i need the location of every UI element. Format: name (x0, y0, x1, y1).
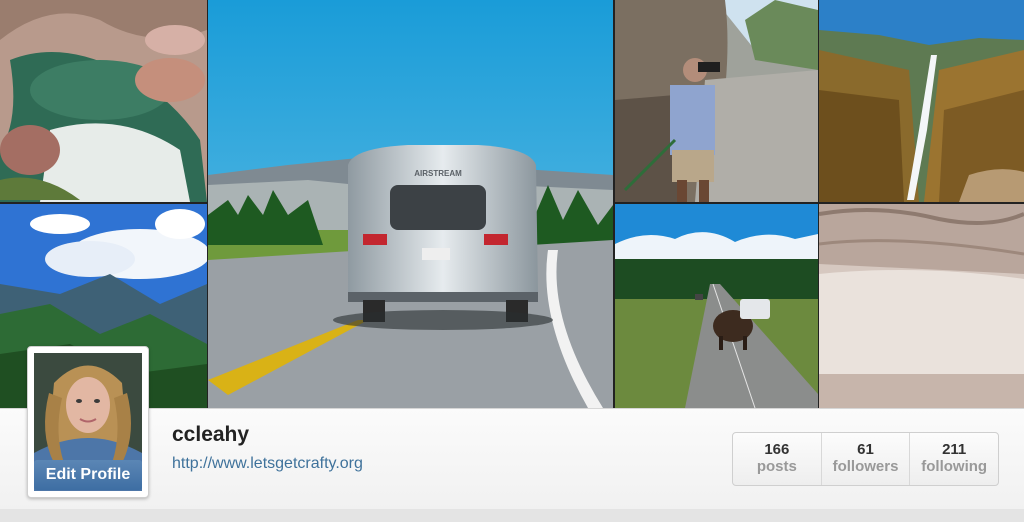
edit-profile-button[interactable]: Edit Profile (34, 460, 142, 490)
stat-followers[interactable]: 61 followers (820, 433, 910, 485)
username: ccleahy (172, 423, 250, 446)
following-label: following (921, 458, 988, 475)
svg-text:AIRSTREAM: AIRSTREAM (414, 169, 462, 178)
following-count: 211 (942, 441, 967, 458)
photo-airstream-road[interactable]: AIRSTREAM (208, 0, 613, 408)
followers-label: followers (832, 458, 899, 475)
avatar-frame: Edit Profile (27, 346, 149, 498)
profile-bar: ccleahy http://www.letsgetcrafty.org 166… (0, 408, 1024, 510)
photo-hot-springs-terrace[interactable] (819, 204, 1024, 408)
photo-river-rocks[interactable] (0, 0, 207, 202)
website-link[interactable]: http://www.letsgetcrafty.org (172, 455, 363, 473)
followers-count: 61 (857, 441, 874, 458)
photo-mosaic: AIRSTREAM (0, 0, 1024, 408)
stat-posts[interactable]: 166 posts (733, 433, 821, 485)
posts-label: posts (756, 458, 797, 475)
stats-box: 166 posts 61 followers 211 following (732, 432, 999, 486)
photo-bison-road[interactable] (615, 204, 818, 408)
photo-hiker-binoculars[interactable] (615, 0, 818, 202)
stat-following[interactable]: 211 following (909, 433, 998, 485)
photo-canyon-waterfall[interactable] (819, 0, 1024, 202)
posts-count: 166 (764, 441, 790, 458)
bottom-strip (0, 509, 1024, 522)
